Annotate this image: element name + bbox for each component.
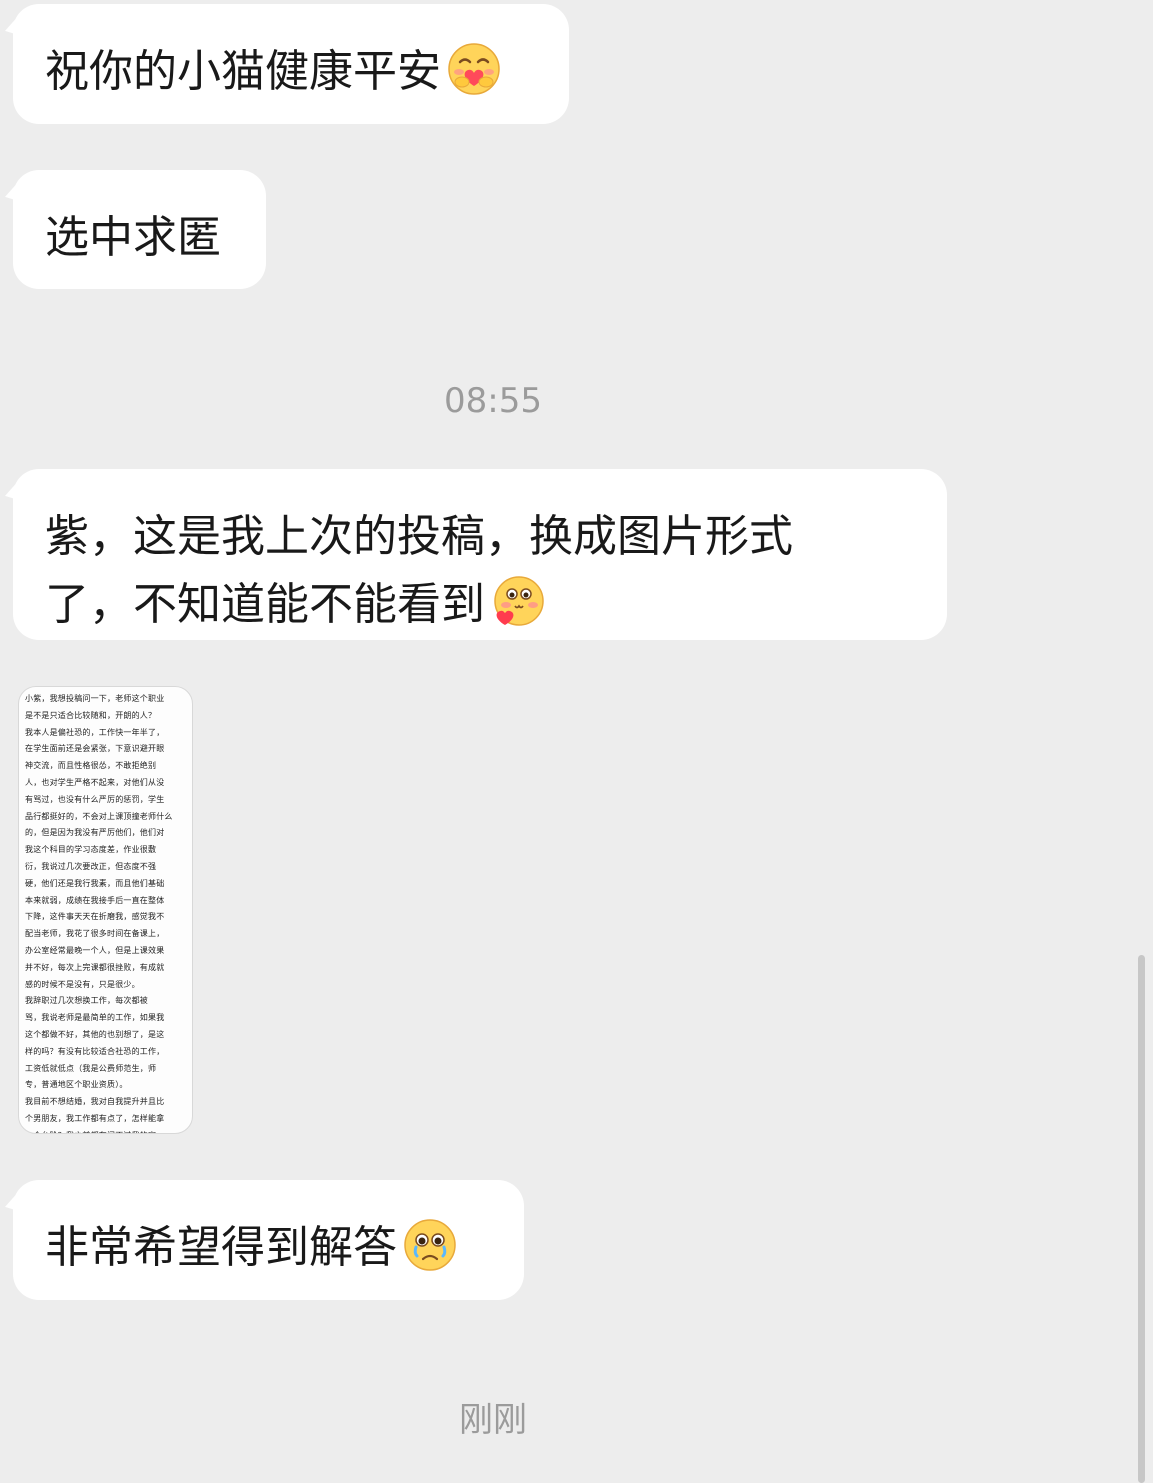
image-text-line: 感的时候不是没有，只是很少。 (25, 979, 140, 989)
timestamp: 刚刚 (459, 1400, 527, 1440)
image-text-line: 神交流，而且性格很怂，不敢拒绝别 (25, 761, 157, 771)
image-text-line: 工资低就低点（我是公费师范生，师 (25, 1063, 157, 1073)
image-text-line: 一个台阶？我之前都有问不过我的家 (25, 1128, 186, 1133)
scrollbar[interactable] (1138, 955, 1145, 1483)
image-text-line: 衍，我说过几次要改正，但态度不强 (25, 861, 157, 871)
image-text-line: 配当老师，我花了很多时间在备课上， (25, 929, 165, 939)
image-text-line: 并不好，每次上完课都很挫败，有成就 (25, 962, 165, 972)
image-text-line: 我这个科目的学习态度差，作业很敷 (25, 845, 157, 855)
image-text-line: 的，但是因为我没有严厉他们，他们对 (25, 828, 165, 838)
image-text-line: 本来就弱，成绩在我接手后一直在整体 (25, 895, 165, 905)
shy-heart-face-icon (494, 576, 544, 626)
pleading-face-icon (404, 1219, 456, 1271)
image-text-line: 个男朋友，我工作都有点了，怎样能拿 (25, 1113, 165, 1123)
image-text-line: 人，也对学生严格不起来，对他们从没 (25, 777, 165, 787)
image-text-line: 样的吗？有没有比较适合社恐的工作， (25, 1046, 165, 1056)
message-bubble-3[interactable]: 紫，这是我上次的投稿，换成图片形式 了，不知道能不能看到 (13, 469, 947, 640)
image-text-line: 是不是只适合比较随和，开朗的人？ (25, 710, 157, 720)
message-text-line-2: 了，不知道能不能看到 (45, 579, 485, 630)
image-text-line: 下降，这件事天天在折磨我，感觉我不 (25, 912, 165, 922)
message-bubble-2[interactable]: 选中求匿 (13, 170, 266, 289)
image-text-line: 有骂过，也没有什么严厉的惩罚，学生 (25, 794, 165, 804)
image-text-line: 我本人是偏社恐的，工作快一年半了， (25, 727, 165, 737)
image-text-line: 骂，我说老师是最简单的工作，如果我 (25, 1013, 165, 1023)
timestamp: 08:55 (444, 381, 542, 421)
image-text-line: 小紫，我想投稿问一下，老师这个职业 (25, 694, 165, 703)
message-text-line-1: 紫，这是我上次的投稿，换成图片形式 (45, 511, 793, 562)
image-text-line: 我辞职过几次想换工作，每次都被 (25, 996, 148, 1006)
image-text-line: 专，普通地区个职业资质）。 (25, 1080, 128, 1090)
image-text-line: 我目前不想结婚，我对自我提升并且比 (25, 1097, 165, 1107)
message-text: 祝你的小猫健康平安 (45, 46, 441, 97)
message-bubble-4[interactable]: 非常希望得到解答 (13, 1180, 524, 1300)
image-message[interactable]: 小紫，我想投稿问一下，老师这个职业 是不是只适合比较随和，开朗的人？ 我本人是偏社恐… (18, 686, 193, 1134)
image-text-line: 这个都做不好，其他的也别想了，是这 (25, 1029, 165, 1039)
image-text-line: 在学生面前还是会紧张，下意识避开眼 (25, 744, 165, 754)
message-bubble-1[interactable]: 祝你的小猫健康平安 (13, 4, 569, 124)
image-text-line: 品行都挺好的，不会对上课顶撞老师什么 (25, 811, 173, 821)
image-text-line: 硬，他们还是我行我素，而且他们基础 (25, 878, 165, 888)
message-text: 非常希望得到解答 (45, 1222, 397, 1273)
hugging-face-icon (448, 43, 500, 95)
message-text: 选中求匿 (45, 212, 221, 263)
image-text-line: 办公室经常最晚一个人，但是上课效果 (25, 945, 165, 955)
